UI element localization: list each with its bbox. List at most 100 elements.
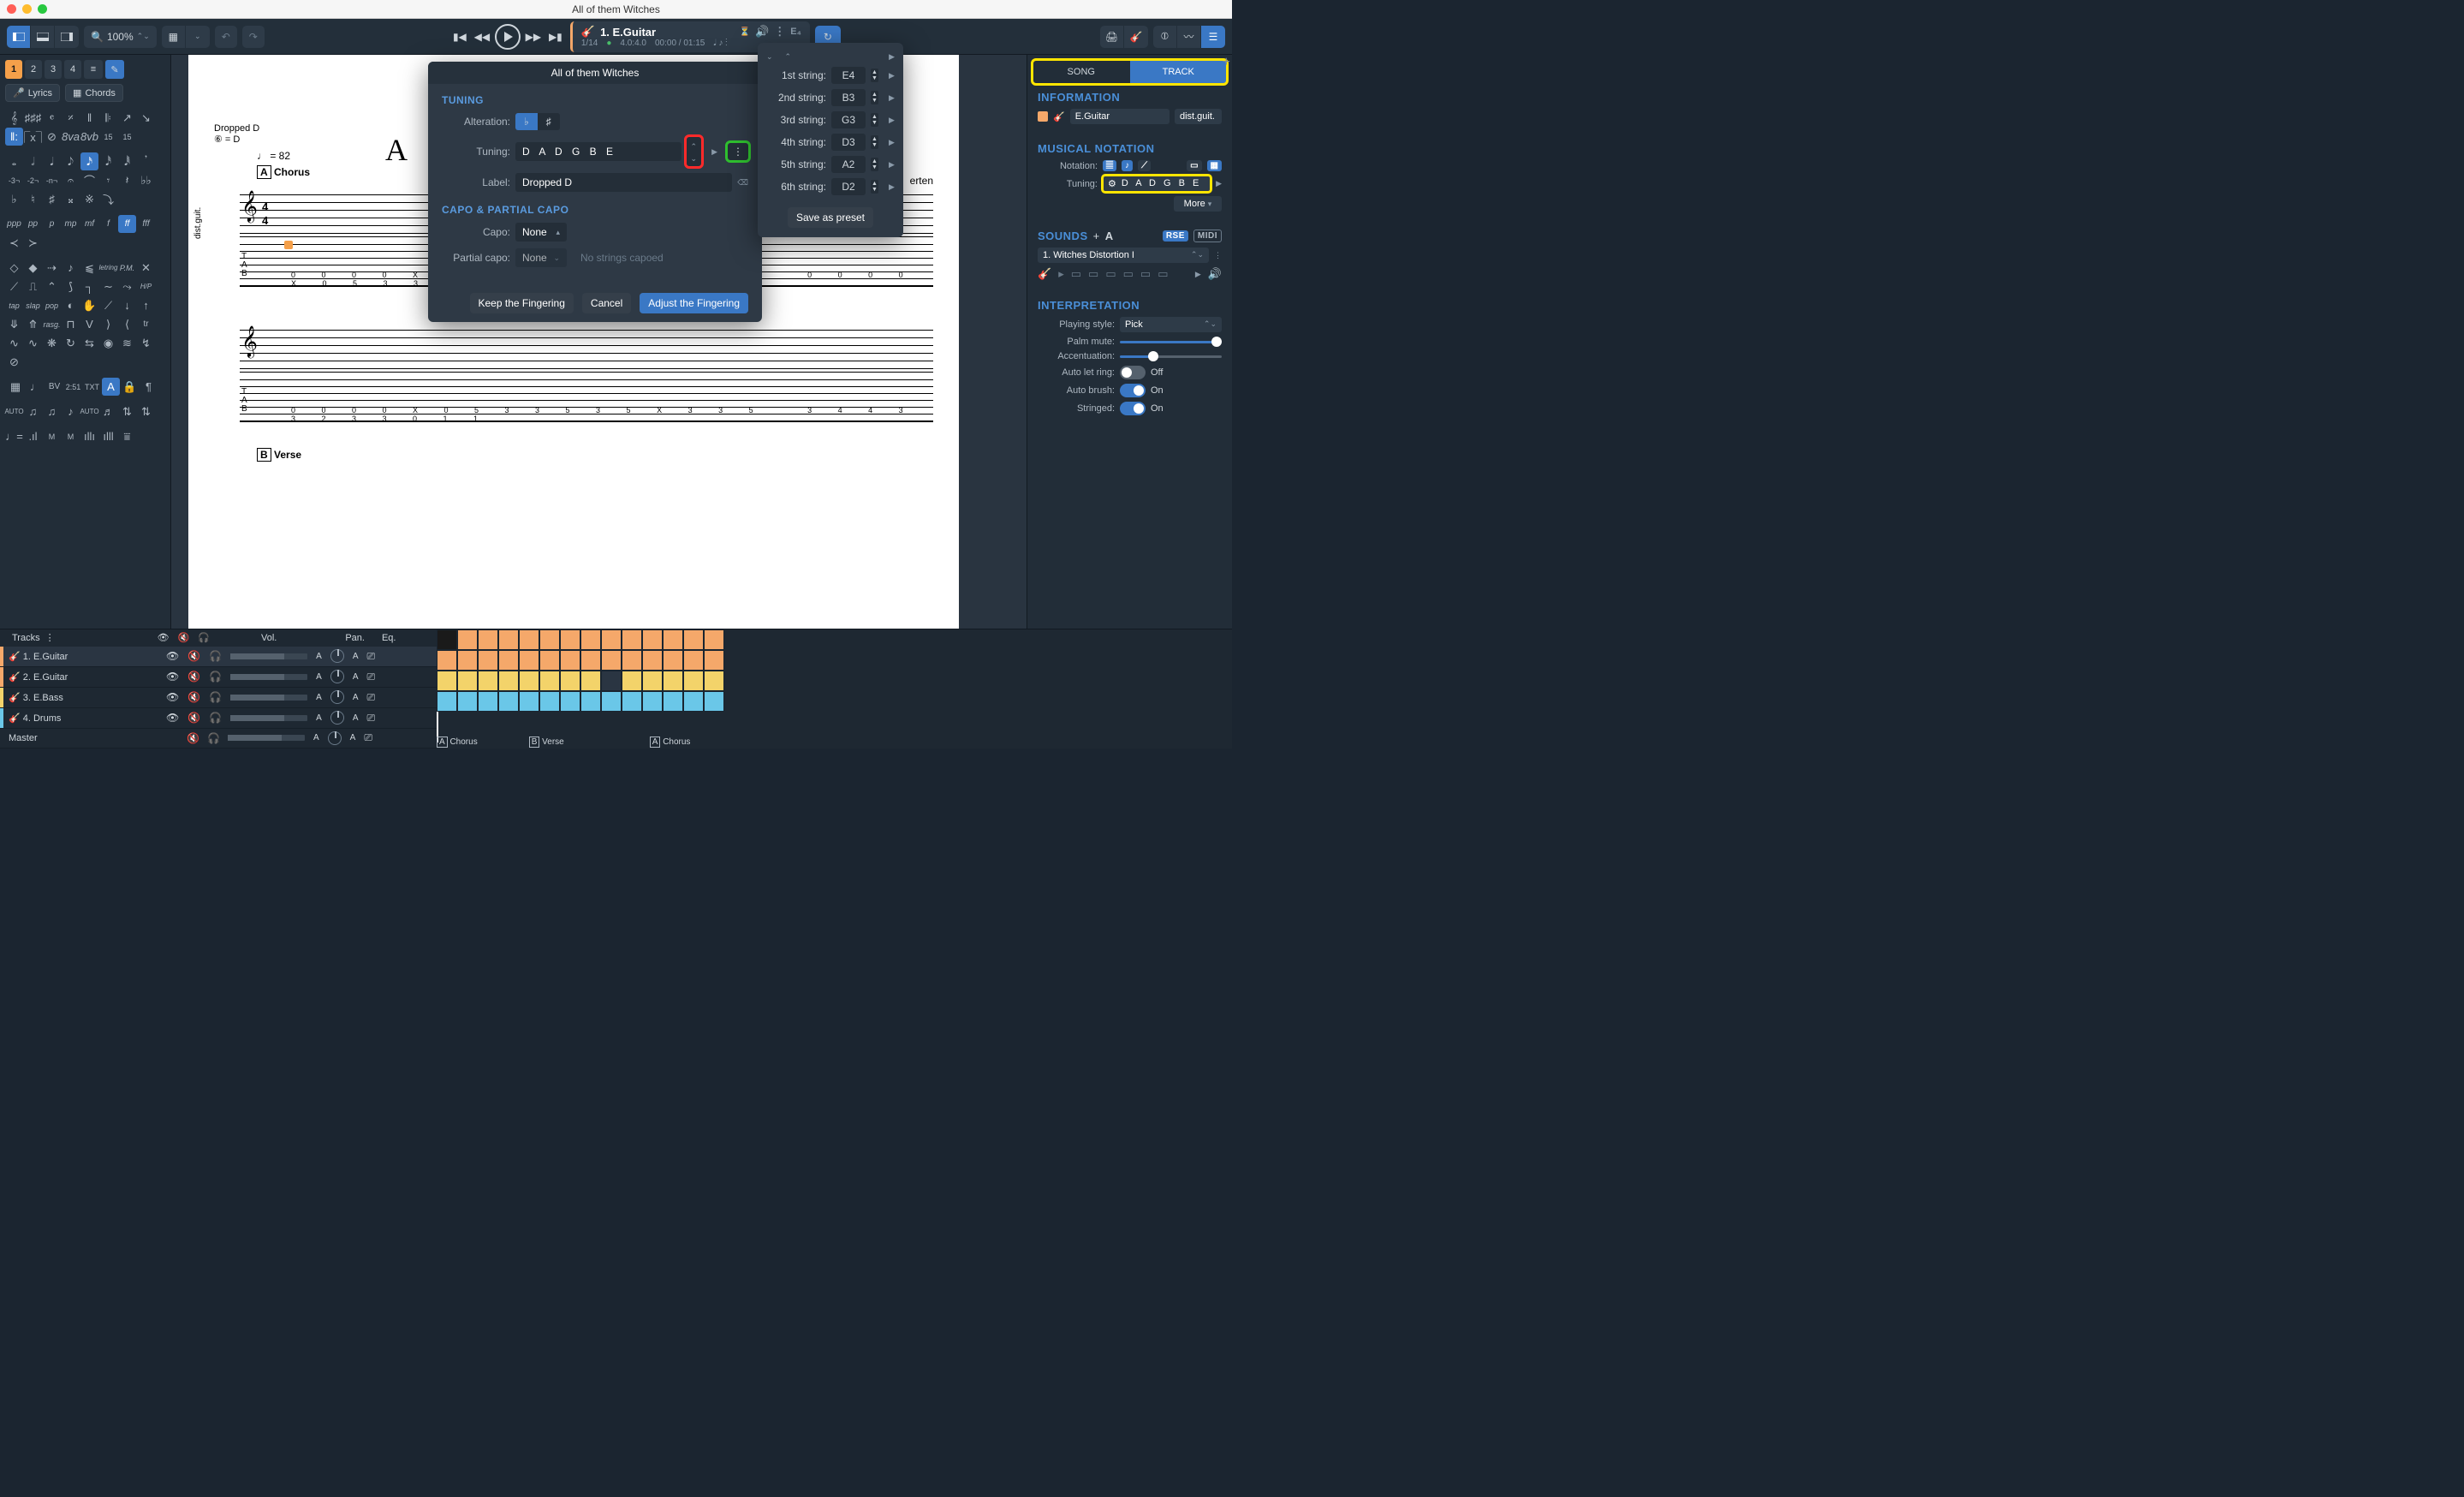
forward-button[interactable]: ▶▶ [524,27,543,46]
play-button[interactable] [495,24,521,50]
master-track[interactable]: Master [3,733,166,743]
inspector-button[interactable]: ☰ [1201,26,1225,48]
track-row-2[interactable]: 🎸 2. E.Guitar 👁 🔇 🎧 A A ⎚ [0,667,437,688]
go-start-button[interactable]: ▮◀ [450,27,469,46]
timeline[interactable]: 1 4 8 12 A Chorus B Verse A Chorus [437,629,1232,748]
pan-knob[interactable] [330,690,344,704]
eq-button[interactable]: ⎚ [366,712,375,725]
volume-slider[interactable] [230,674,307,680]
solo-icon[interactable]: 🎧 [209,671,222,683]
maximize-window-icon[interactable] [38,4,47,14]
signal-chain-icon[interactable]: 🎸 [1038,267,1051,281]
pan-knob[interactable] [330,649,344,663]
add-tab-button[interactable]: + [1223,55,1230,70]
volume-icon[interactable]: 🔊 [1208,267,1222,281]
bar[interactable] [478,629,498,650]
bar[interactable] [580,629,601,650]
sound-more-icon[interactable]: ⋮ [1214,251,1222,260]
flyout-play-icon[interactable]: ▶ [889,52,895,62]
bar[interactable] [519,650,539,671]
close-window-icon[interactable] [7,4,16,14]
play-tuning-icon[interactable]: ▶ [1216,179,1222,188]
auto-let-ring-toggle[interactable] [1120,366,1146,379]
track-kind-input[interactable]: dist.guit. [1175,109,1222,124]
eq-button[interactable]: ⎚ [366,691,375,704]
sixteenth-note-icon[interactable]: 𝅘𝅥𝅯 [80,152,98,170]
track-row-4[interactable]: 🎸 4. Drums 👁 🔇 🎧 A A ⎚ [0,708,437,729]
tab-song[interactable]: SONG [1033,60,1130,84]
string-5-stepper[interactable]: ▲▼ [871,158,878,171]
track-row-1[interactable]: 🎸 1. E.Guitar 👁 🔇 🎧 A A ⎚ [0,647,437,667]
bar[interactable] [539,691,560,712]
undo-button[interactable]: ↶ [215,26,237,48]
voice-3[interactable]: 3 [45,60,62,79]
pan-knob[interactable] [330,670,344,683]
more-button[interactable]: More ▾ [1174,196,1222,212]
bar[interactable] [560,650,580,671]
bar[interactable] [437,671,457,691]
solo-icon[interactable]: 🎧 [209,691,222,703]
panel-left-toggle[interactable] [7,26,31,48]
bar[interactable] [437,629,457,650]
bar[interactable] [704,650,724,671]
bar[interactable] [580,691,601,712]
bar[interactable] [437,691,457,712]
capo-select[interactable]: None▴ [515,223,567,242]
string-6-value[interactable]: D2 [831,178,866,195]
bar[interactable] [478,691,498,712]
bar[interactable] [601,671,622,691]
flyout-down-icon[interactable]: ⌄ [766,52,773,62]
string-1-value[interactable]: E4 [831,67,866,84]
bar[interactable] [663,691,683,712]
panel-bottom-toggle[interactable] [31,26,55,48]
string-4-play[interactable]: ▶ [889,138,895,147]
track-name-input[interactable]: E.Guitar [1070,109,1170,124]
bar[interactable] [704,671,724,691]
tuning-value-field[interactable]: D A D G B E [515,142,681,161]
bar[interactable] [683,629,704,650]
tuning-button[interactable]: ⚙ D A D G B E [1103,176,1211,192]
bar[interactable] [560,671,580,691]
track-color-swatch[interactable] [1038,111,1048,122]
bar[interactable] [683,691,704,712]
bar[interactable] [519,671,539,691]
bar[interactable] [663,671,683,691]
bar[interactable] [622,691,642,712]
rse-badge[interactable]: RSE [1163,230,1188,242]
bar[interactable] [519,629,539,650]
bar[interactable] [622,671,642,691]
bar[interactable] [601,691,622,712]
tracks-menu-icon[interactable]: ⋮ [45,632,55,643]
mute-icon[interactable]: 🔇 [187,691,200,703]
voice-1[interactable]: 1 [5,60,22,79]
alteration-flat-button[interactable]: ♭ [515,113,538,130]
palm-mute-slider[interactable] [1120,341,1222,343]
bar[interactable] [457,691,478,712]
string-6-stepper[interactable]: ▲▼ [871,180,878,194]
bar[interactable] [642,691,663,712]
clear-label-icon[interactable]: ⌫ [737,178,748,188]
visible-icon[interactable]: 👁 [166,691,179,703]
bar[interactable] [663,629,683,650]
tab-track[interactable]: TRACK [1130,60,1228,84]
bar[interactable] [622,650,642,671]
visible-icon[interactable]: 👁 [166,650,179,662]
notation-tab-btn[interactable]: ♪ [1122,160,1133,171]
zoom-control[interactable]: 🔍 100% ⌃⌄ [84,26,157,48]
screen-view-button[interactable]: ⌄ [186,26,210,48]
bar[interactable] [704,629,724,650]
string-3-stepper[interactable]: ▲▼ [871,113,878,127]
string-2-stepper[interactable]: ▲▼ [871,91,878,104]
tuning-label-input[interactable]: Dropped D [515,173,732,192]
alteration-sharp-button[interactable]: ♯ [538,113,560,130]
playing-style-select[interactable]: Pick⌃⌄ [1120,317,1222,332]
play-tuning-button[interactable]: ▶ [706,147,723,157]
solo-icon[interactable]: 🎧 [209,712,222,724]
volume-slider[interactable] [230,715,307,721]
solo-icon[interactable]: 🎧 [209,650,222,662]
midi-badge[interactable]: MIDI [1193,230,1222,242]
notation-slash-btn[interactable]: ⟋ [1138,160,1151,171]
bar[interactable] [519,691,539,712]
bar[interactable] [437,650,457,671]
string-3-play[interactable]: ▶ [889,116,895,125]
